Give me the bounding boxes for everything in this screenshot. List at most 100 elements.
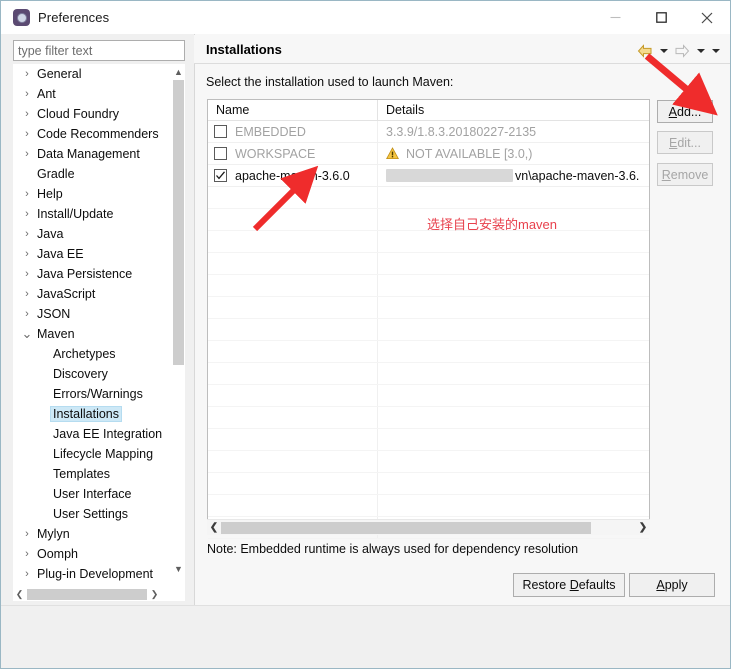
window-title: Preferences: [38, 10, 110, 25]
back-history-dropdown-icon[interactable]: [657, 42, 670, 60]
sidebar-item-json[interactable]: › JSON: [13, 304, 185, 324]
scrollbar-thumb[interactable]: [221, 521, 591, 534]
sidebar-item-mylyn[interactable]: › Mylyn: [13, 524, 185, 544]
sidebar-item-install-update[interactable]: › Install/Update: [13, 204, 185, 224]
chevron-right-icon[interactable]: ›: [19, 568, 35, 580]
sidebar-item-templates[interactable]: ›Templates: [13, 464, 185, 484]
chevron-right-icon[interactable]: ❯: [636, 520, 650, 536]
sidebar-item-discovery[interactable]: ›Discovery: [13, 364, 185, 384]
chevron-right-icon[interactable]: ›: [19, 228, 35, 240]
chevron-right-icon[interactable]: ›: [19, 528, 35, 540]
column-header-details[interactable]: Details: [378, 100, 649, 120]
sidebar-item-lifecycle-mapping[interactable]: ›Lifecycle Mapping: [13, 444, 185, 464]
view-menu-dropdown-icon[interactable]: [709, 42, 722, 60]
apply-button[interactable]: Apply: [629, 573, 715, 597]
scrollbar-thumb[interactable]: [173, 80, 184, 365]
chevron-left-icon[interactable]: ❮: [207, 520, 221, 536]
table-row[interactable]: EMBEDDED 3.3.9/1.8.3.20180227-2135: [208, 120, 649, 143]
table-empty-row: [208, 253, 649, 275]
sidebar-item-label: Ant: [37, 87, 56, 101]
restore-defaults-button[interactable]: Restore Defaults: [513, 573, 625, 597]
preferences-tree[interactable]: › General › Ant › Cloud Foundry › Code Recommen…: [13, 64, 185, 593]
chevron-down-icon[interactable]: ▼: [172, 561, 185, 576]
table-empty-row: [208, 341, 649, 363]
sidebar-item-maven[interactable]: ⌄ Maven: [13, 324, 185, 344]
sidebar-item-user-settings[interactable]: ›User Settings: [13, 504, 185, 524]
chevron-right-icon[interactable]: ›: [19, 188, 35, 200]
sidebar-item-java-ee[interactable]: › Java EE: [13, 244, 185, 264]
sidebar-item-archetypes[interactable]: ›Archetypes: [13, 344, 185, 364]
sidebar-item-errors-warnings[interactable]: ›Errors/Warnings: [13, 384, 185, 404]
table-horizontal-scrollbar[interactable]: ❮ ❯: [207, 519, 650, 535]
sidebar-item-java-ee-integration[interactable]: ›Java EE Integration: [13, 424, 185, 444]
sidebar-item-label: Templates: [53, 467, 110, 481]
sidebar-item-general[interactable]: › General: [13, 64, 185, 84]
forward-arrow-icon[interactable]: [672, 42, 692, 60]
sidebar-item-label: Mylyn: [37, 527, 70, 541]
remove-button: Remove: [657, 163, 713, 186]
sidebar-item-installations[interactable]: ›Installations: [13, 404, 185, 424]
installation-name: apache-maven-3.6.0: [235, 168, 350, 183]
chevron-right-icon[interactable]: ›: [19, 108, 35, 120]
row-checkbox[interactable]: [214, 169, 227, 182]
scrollbar-thumb[interactable]: [27, 588, 147, 600]
sidebar-item-label: User Settings: [53, 507, 129, 521]
details-cell: 3.3.9/1.8.3.20180227-2135: [378, 121, 649, 143]
minimize-button[interactable]: [592, 1, 638, 34]
page-title: Installations: [206, 41, 282, 57]
sidebar-item-label: Plug-in Development: [37, 567, 154, 581]
table-empty-row: [208, 407, 649, 429]
sidebar-item-ant[interactable]: › Ant: [13, 84, 185, 104]
sidebar-item-label: Java EE Integration: [53, 427, 163, 441]
chevron-right-icon[interactable]: ❯: [148, 587, 161, 601]
maximize-button[interactable]: [638, 1, 684, 34]
sidebar-item-javascript[interactable]: › JavaScript: [13, 284, 185, 304]
row-checkbox[interactable]: [214, 147, 227, 160]
sidebar-item-java[interactable]: › Java: [13, 224, 185, 244]
name-cell: EMBEDDED: [208, 120, 378, 143]
add-button[interactable]: Add...: [657, 100, 713, 123]
installations-table[interactable]: Name Details EMBEDDED 3.3.9/1.8.3.2018022…: [207, 99, 650, 539]
sidebar-item-help[interactable]: › Help: [13, 184, 185, 204]
chevron-right-icon[interactable]: ›: [19, 208, 35, 220]
chevron-right-icon[interactable]: ›: [19, 268, 35, 280]
chevron-right-icon[interactable]: ›: [19, 148, 35, 160]
preferences-gear-icon: [13, 9, 30, 26]
sidebar-item-java-persistence[interactable]: › Java Persistence: [13, 264, 185, 284]
chevron-left-icon[interactable]: ❮: [13, 587, 26, 601]
chevron-right-icon[interactable]: ›: [19, 548, 35, 560]
sidebar-item-data-management[interactable]: › Data Management: [13, 144, 185, 164]
table-empty-row: [208, 297, 649, 319]
chevron-right-icon[interactable]: ›: [19, 248, 35, 260]
panel-nav-toolbar: [635, 42, 722, 60]
chevron-down-icon[interactable]: ⌄: [19, 327, 35, 340]
table-row[interactable]: WORKSPACE NOT AVAILABLE [3.0,): [208, 142, 649, 165]
sidebar-item-plug-in-development[interactable]: › Plug-in Development: [13, 564, 185, 584]
column-header-name[interactable]: Name: [208, 100, 378, 120]
tree-horizontal-scrollbar[interactable]: ❮ ❯: [13, 587, 185, 601]
chevron-up-icon[interactable]: ▲: [172, 64, 185, 79]
installation-details: NOT AVAILABLE [3.0,): [406, 146, 533, 161]
chevron-right-icon[interactable]: ›: [19, 68, 35, 80]
chevron-right-icon[interactable]: ›: [19, 128, 35, 140]
search-input[interactable]: type filter text: [13, 40, 185, 61]
forward-history-dropdown-icon[interactable]: [694, 42, 707, 60]
chevron-right-icon[interactable]: ›: [19, 88, 35, 100]
table-row[interactable]: apache-maven-3.6.0 vn\apache-maven-3.6.: [208, 164, 649, 187]
chevron-right-icon[interactable]: ›: [19, 288, 35, 300]
chevron-right-icon[interactable]: ›: [19, 308, 35, 320]
tree-vertical-scrollbar[interactable]: ▲ ▼: [172, 64, 185, 576]
sidebar-item-code-recommenders[interactable]: › Code Recommenders: [13, 124, 185, 144]
sidebar-item-user-interface[interactable]: ›User Interface: [13, 484, 185, 504]
sidebar-item-gradle[interactable]: ›Gradle: [13, 164, 185, 184]
sidebar-item-label: Java: [37, 227, 64, 241]
warning-icon: [386, 147, 399, 160]
sidebar-item-cloud-foundry[interactable]: › Cloud Foundry: [13, 104, 185, 124]
row-checkbox[interactable]: [214, 125, 227, 138]
close-button[interactable]: [684, 1, 730, 34]
sidebar-item-label: Discovery: [53, 367, 108, 381]
sidebar-item-oomph[interactable]: › Oomph: [13, 544, 185, 564]
table-empty-row: [208, 319, 649, 341]
table-empty-row: [208, 385, 649, 407]
back-arrow-icon[interactable]: [635, 42, 655, 60]
